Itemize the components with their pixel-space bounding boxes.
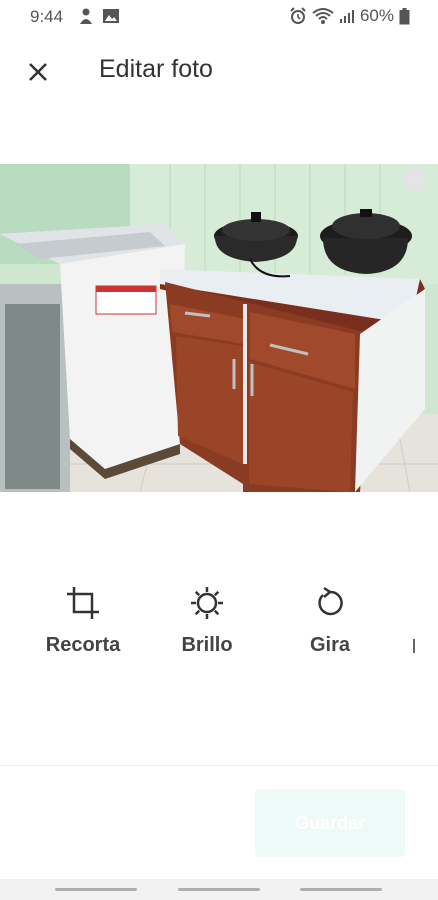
save-button[interactable]: Guardar <box>255 789 405 857</box>
gallery-icon <box>103 9 119 23</box>
alarm-icon <box>290 7 306 24</box>
tool-brightness-label: Brillo <box>181 634 233 656</box>
battery-percent: 60% <box>359 6 394 25</box>
footer-divider <box>0 765 438 766</box>
nav-recent-button[interactable] <box>55 888 137 891</box>
kitchen-photo <box>0 164 438 492</box>
notification-icon <box>80 8 92 24</box>
system-nav-bar <box>0 879 438 900</box>
status-time: 9:44 <box>30 7 64 26</box>
crop-icon <box>67 587 99 619</box>
tool-brightness[interactable]: Brillo <box>147 585 267 657</box>
nav-back-button[interactable] <box>300 888 382 891</box>
wifi-icon <box>312 8 334 24</box>
brightness-icon <box>191 587 223 619</box>
page-title: Editar foto <box>99 55 213 83</box>
tool-rotate-label: Gira <box>309 634 351 656</box>
app-header: Editar foto <box>0 50 438 94</box>
tool-crop[interactable]: Recorta <box>23 585 143 657</box>
close-icon <box>29 63 47 81</box>
rotate-icon <box>318 586 343 616</box>
nav-home-button[interactable] <box>178 888 260 891</box>
signal-icon <box>339 10 354 23</box>
tool-next-partial[interactable] <box>413 639 415 653</box>
battery-icon <box>399 7 410 24</box>
tool-crop-label: Recorta <box>45 634 121 656</box>
close-button[interactable] <box>22 56 54 88</box>
status-bar: 9:44 60% <box>0 0 438 34</box>
tools-bar: Recorta Brillo Gira <box>0 585 438 665</box>
tool-rotate[interactable]: Gira <box>270 585 390 657</box>
